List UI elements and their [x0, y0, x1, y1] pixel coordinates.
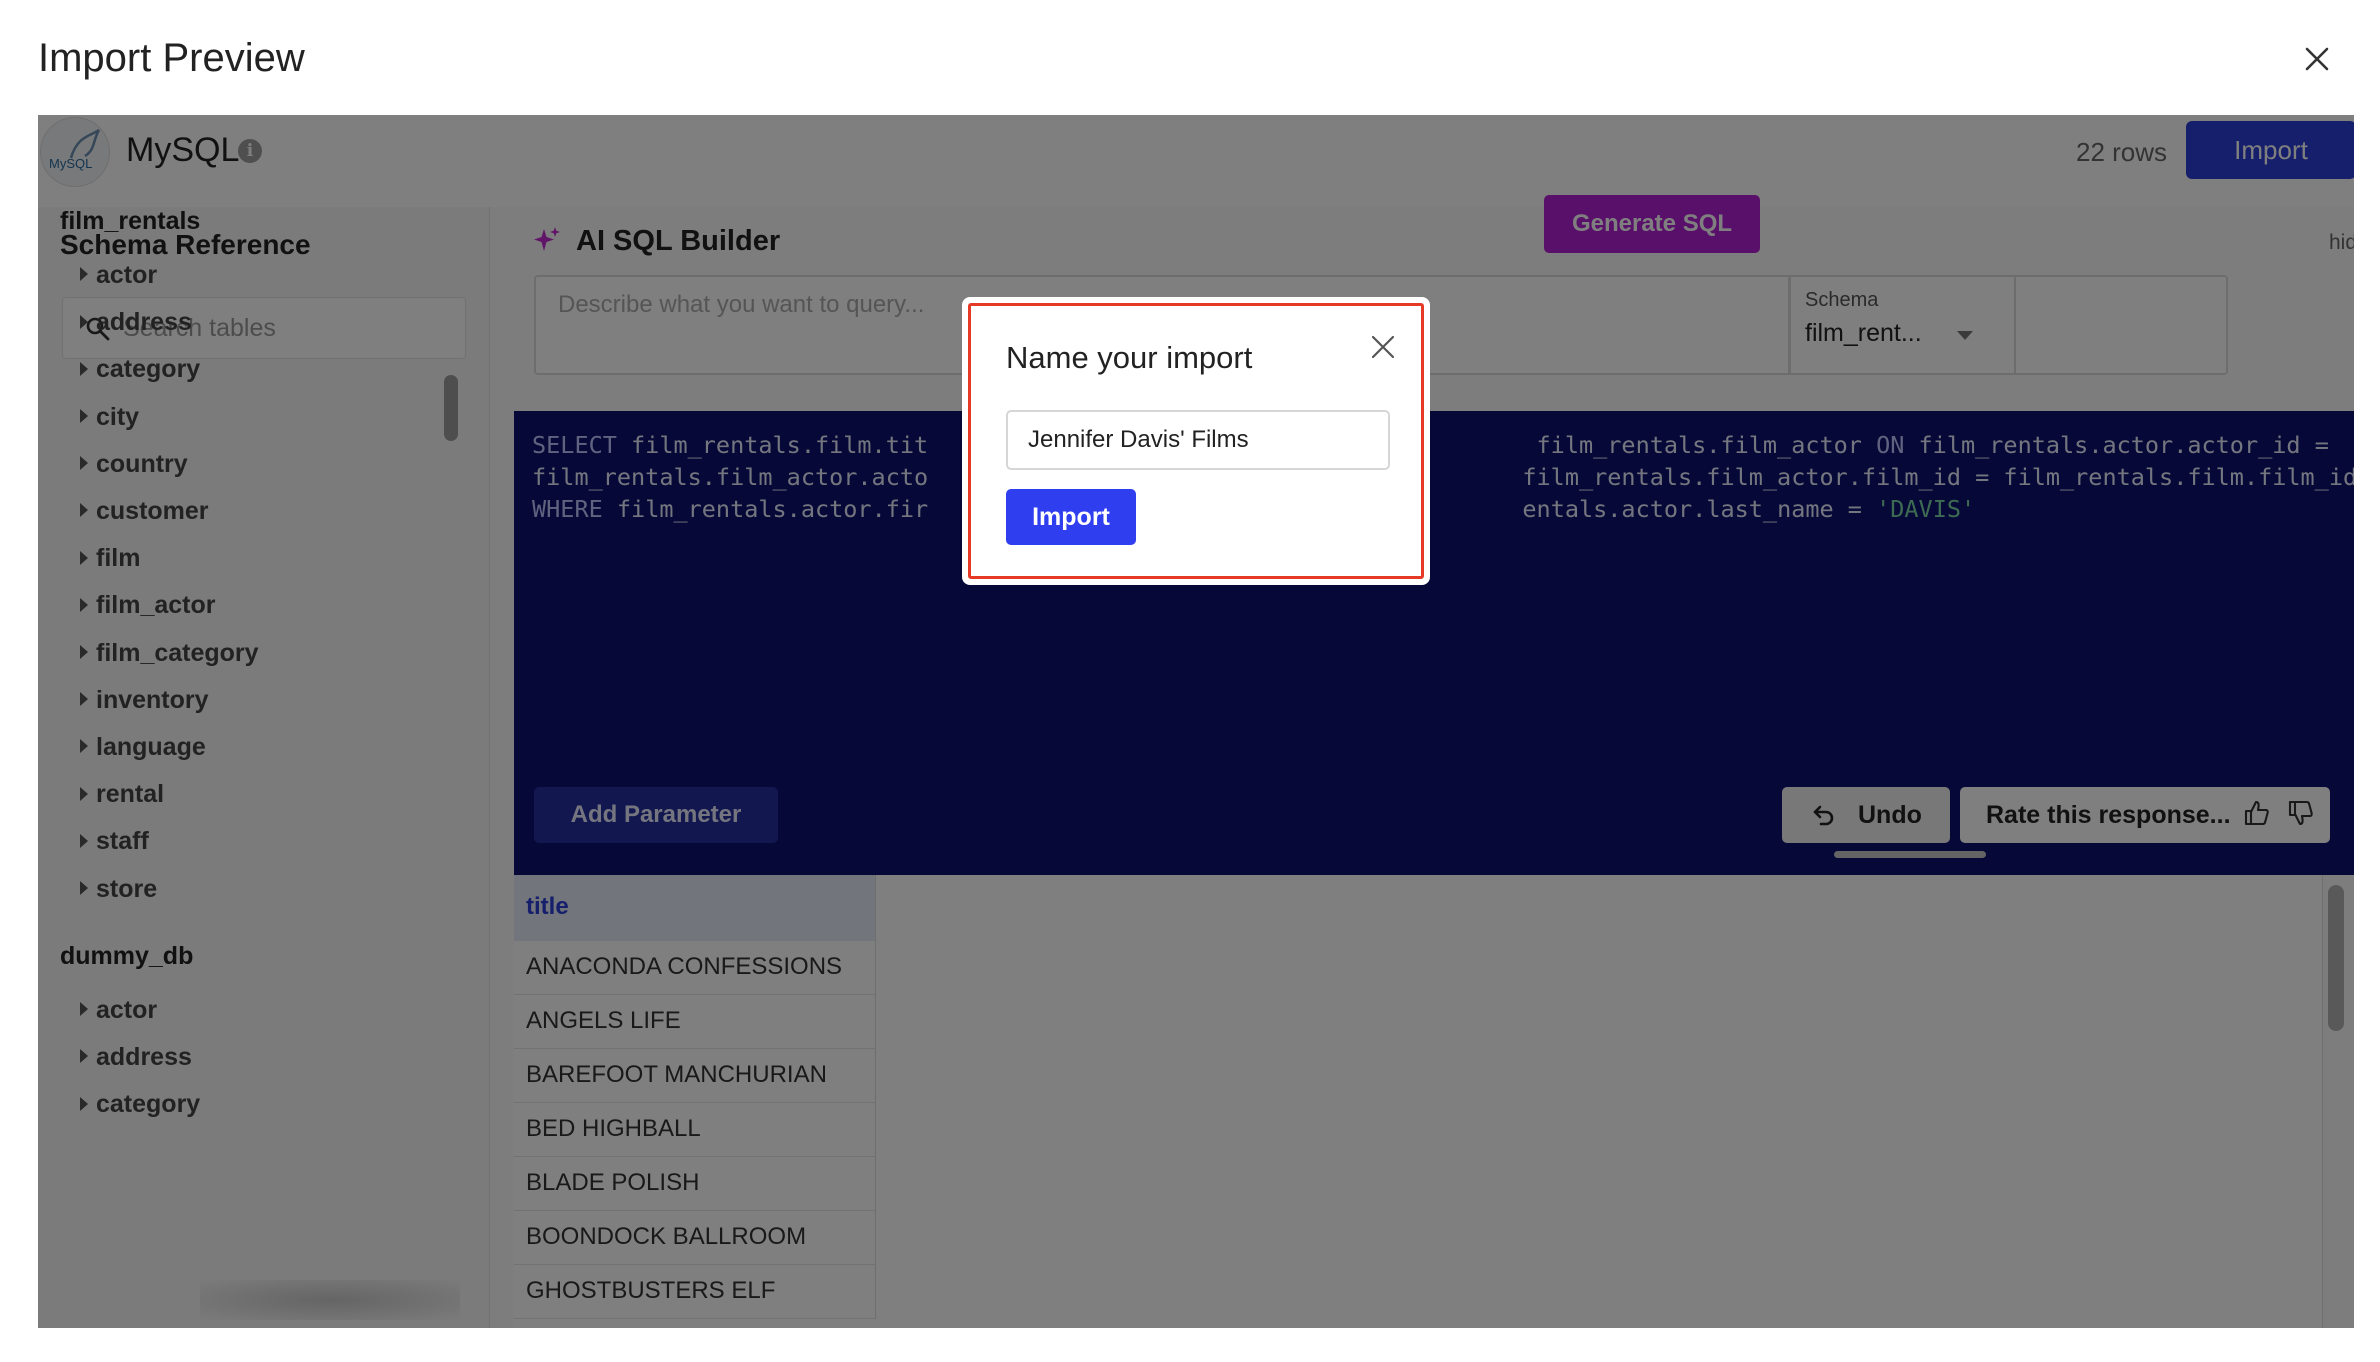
- dialog-import-button[interactable]: Import: [1006, 489, 1136, 545]
- import-preview-page: Import Preview MySQL MySQL i 22 rows Imp…: [0, 0, 2380, 1362]
- sidebar-fade: [200, 1280, 460, 1320]
- import-name-input[interactable]: [1006, 410, 1390, 470]
- dialog-close-icon[interactable]: [1370, 334, 1396, 360]
- dialog-title: Name your import: [1006, 340, 1253, 375]
- page-title: Import Preview: [38, 36, 305, 80]
- close-icon[interactable]: [2302, 44, 2332, 74]
